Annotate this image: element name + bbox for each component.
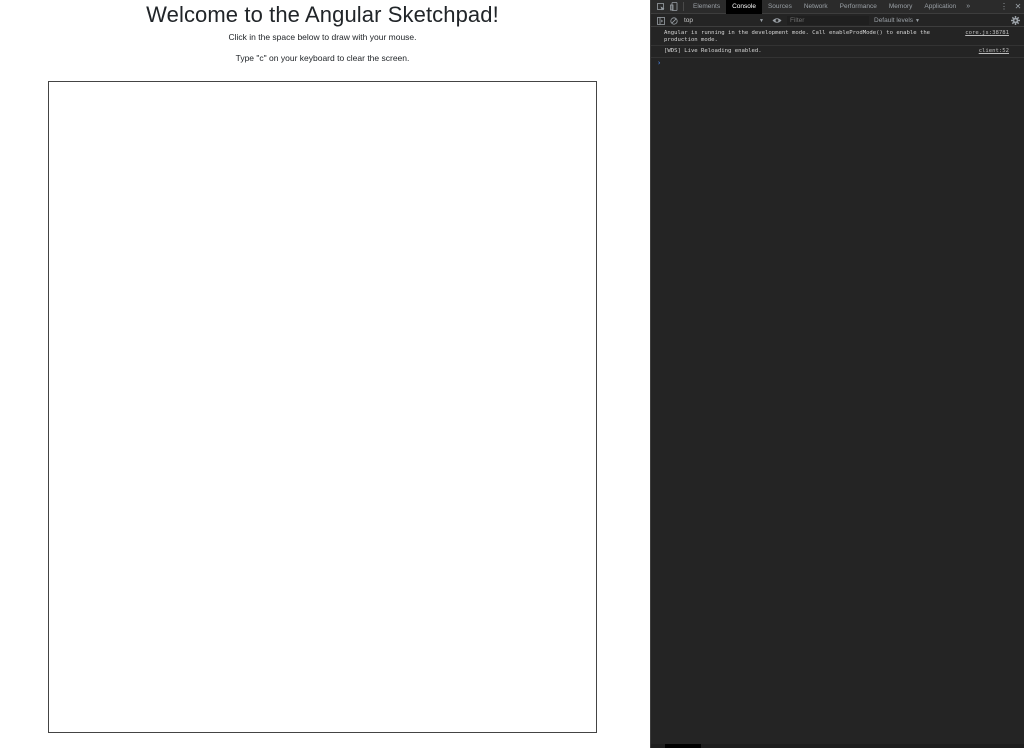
devtools-panel: Elements Console Sources Network Perform… [650,0,1024,748]
more-tabs-button[interactable]: » [962,3,974,10]
console-source-link[interactable]: core.js:38781 [965,30,1009,37]
device-toggle-icon[interactable] [667,0,680,13]
console-message: Angular is running in the development mo… [651,28,1024,47]
sidebar-toggle-icon[interactable] [654,14,667,27]
tab-performance[interactable]: Performance [834,0,883,14]
tab-application[interactable]: Application [918,0,962,14]
drawer-tab[interactable] [665,744,701,748]
tab-elements[interactable]: Elements [687,0,726,14]
devtools-drawer-bar [651,744,1024,748]
draw-instruction: Click in the space below to draw with yo… [228,32,417,42]
eye-icon[interactable] [770,14,783,27]
toolbar-divider [683,2,684,11]
console-toolbar: top ▼ Default levels ▼ [651,15,1024,27]
context-value: top [684,17,694,24]
tabbar-actions: ⋮ ✕ [997,2,1024,11]
page-title: Welcome to the Angular Sketchpad! [146,2,499,27]
console-source-link[interactable]: client:52 [979,48,1009,55]
sketch-canvas[interactable] [48,81,597,733]
tab-console[interactable]: Console [726,0,762,14]
kebab-menu-icon[interactable]: ⋮ [997,2,1011,11]
tab-memory[interactable]: Memory [883,0,918,14]
inspect-element-icon[interactable] [654,0,667,13]
log-levels-label: Default levels [874,17,914,24]
console-prompt[interactable]: › [651,58,1024,68]
gear-icon[interactable] [1009,15,1021,27]
clear-instruction: Type "c" on your keyboard to clear the s… [235,53,410,63]
devtools-tabbar: Elements Console Sources Network Perform… [651,0,1024,14]
console-message-text: [WDS] Live Reloading enabled. [664,48,762,55]
log-levels-dropdown[interactable]: Default levels ▼ [874,17,920,24]
chevron-down-icon: ▼ [759,17,764,24]
filter-input[interactable] [787,16,869,25]
tab-sources[interactable]: Sources [762,0,798,14]
close-icon[interactable]: ✕ [1011,2,1024,11]
tab-network[interactable]: Network [798,0,834,14]
console-message: [WDS] Live Reloading enabled. client:52 [651,46,1024,58]
clear-console-icon[interactable] [667,14,680,27]
console-output: Angular is running in the development mo… [651,28,1024,68]
console-message-text: Angular is running in the development mo… [664,30,934,43]
app-page: Welcome to the Angular Sketchpad! Click … [0,0,650,748]
chevron-down-icon: ▼ [915,17,920,24]
context-select[interactable]: top ▼ [680,17,770,24]
